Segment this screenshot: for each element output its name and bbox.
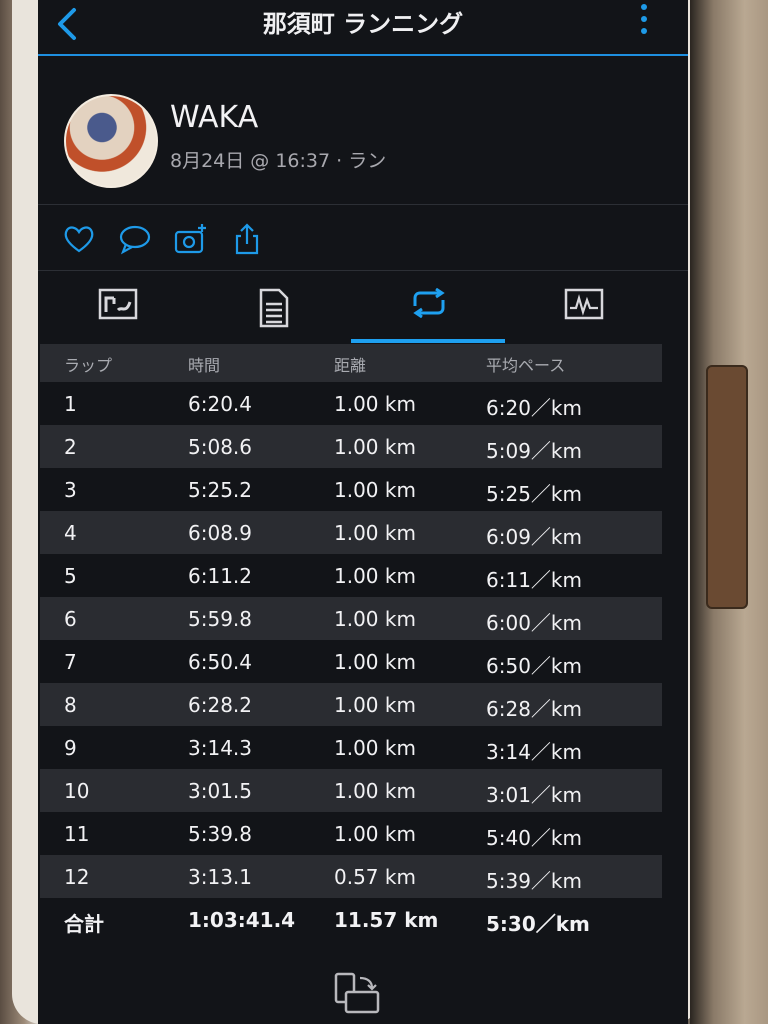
page-title: 那須町 ランニング xyxy=(262,10,464,38)
comment-icon[interactable] xyxy=(118,222,152,256)
laps-table: ラップ 時間 距離 平均ペース 1 6:20.4 1.00 km 6:20／km 2 5… xyxy=(40,344,662,941)
lap-time: 6:08.9 xyxy=(188,521,252,545)
table-row[interactable]: 9 3:14.3 1.00 km 3:14／km xyxy=(40,726,662,769)
avatar[interactable] xyxy=(64,94,158,188)
app-screen: 那須町 ランニング WAKA 8月24日 @ 16:37 · ラン ラップ 時間… xyxy=(38,0,688,1024)
lap-time: 5:59.8 xyxy=(188,607,252,631)
summary-tab-icon xyxy=(259,288,288,328)
lap-number: 9 xyxy=(64,736,77,760)
laps-tab-icon xyxy=(412,288,445,318)
lap-time: 6:11.2 xyxy=(188,564,252,588)
phone-case-tab xyxy=(706,365,748,609)
table-row[interactable]: 4 6:08.9 1.00 km 6:09／km xyxy=(40,511,662,554)
chart-tab-icon xyxy=(564,288,603,320)
table-row[interactable]: 8 6:28.2 1.00 km 6:28／km xyxy=(40,683,662,726)
lap-pace: 5:39／km xyxy=(486,869,582,893)
top-bar: 那須町 ランニング xyxy=(38,0,688,56)
table-row[interactable]: 5 6:11.2 1.00 km 6:11／km xyxy=(40,554,662,597)
lap-pace: 6:09／km xyxy=(486,525,582,549)
column-header-time: 時間 xyxy=(188,356,221,375)
table-row[interactable]: 11 5:39.8 1.00 km 5:40／km xyxy=(40,812,662,855)
lap-number: 10 xyxy=(64,779,90,803)
lap-number: 3 xyxy=(64,478,77,502)
heart-icon[interactable] xyxy=(62,222,96,256)
lap-number: 11 xyxy=(64,822,90,846)
table-row[interactable]: 12 3:13.1 0.57 km 5:39／km xyxy=(40,855,662,898)
table-row[interactable]: 7 6:50.4 1.00 km 6:50／km xyxy=(40,640,662,683)
share-icon[interactable] xyxy=(230,222,264,256)
table-row[interactable]: 2 5:08.6 1.00 km 5:09／km xyxy=(40,425,662,468)
lap-time: 3:13.1 xyxy=(188,865,252,889)
tab-bar xyxy=(38,272,688,342)
lap-number: 7 xyxy=(64,650,77,674)
column-header-lap: ラップ xyxy=(64,356,113,375)
lap-pace: 6:11／km xyxy=(486,568,582,592)
lap-distance: 1.00 km xyxy=(334,693,416,717)
lap-time: 5:08.6 xyxy=(188,435,252,459)
lap-time: 3:01.5 xyxy=(188,779,252,803)
table-row[interactable]: 6 5:59.8 1.00 km 6:00／km xyxy=(40,597,662,640)
lap-number: 12 xyxy=(64,865,90,889)
more-vertical-icon[interactable] xyxy=(638,2,650,38)
lap-number: 8 xyxy=(64,693,77,717)
camera-plus-icon[interactable] xyxy=(174,222,208,256)
lap-distance: 1.00 km xyxy=(334,822,416,846)
lap-number: 6 xyxy=(64,607,77,631)
tab-chart[interactable] xyxy=(506,272,661,342)
total-row: 合計 1:03:41.4 11.57 km 5:30／km xyxy=(40,898,662,941)
map-tab-icon xyxy=(98,288,137,320)
total-pace: 5:30／km xyxy=(486,912,590,936)
lap-pace: 6:50／km xyxy=(486,654,582,678)
lap-distance: 1.00 km xyxy=(334,650,416,674)
lap-pace: 6:20／km xyxy=(486,396,582,420)
rotate-screen-icon[interactable] xyxy=(332,970,382,1018)
tab-laps[interactable] xyxy=(351,272,506,342)
lap-distance: 0.57 km xyxy=(334,865,416,889)
lap-pace: 6:00／km xyxy=(486,611,582,635)
lap-distance: 1.00 km xyxy=(334,779,416,803)
lap-distance: 1.00 km xyxy=(334,435,416,459)
lap-distance: 1.00 km xyxy=(334,564,416,588)
table-row[interactable]: 3 5:25.2 1.00 km 5:25／km xyxy=(40,468,662,511)
table-row[interactable]: 1 6:20.4 1.00 km 6:20／km xyxy=(40,382,662,425)
table-row[interactable]: 10 3:01.5 1.00 km 3:01／km xyxy=(40,769,662,812)
lap-pace: 5:40／km xyxy=(486,826,582,850)
column-header-distance: 距離 xyxy=(334,356,367,375)
lap-time: 5:39.8 xyxy=(188,822,252,846)
lap-time: 6:20.4 xyxy=(188,392,252,416)
lap-pace: 3:01／km xyxy=(486,783,582,807)
lap-time: 3:14.3 xyxy=(188,736,252,760)
lap-number: 1 xyxy=(64,392,77,416)
total-distance: 11.57 km xyxy=(334,908,439,932)
lap-distance: 1.00 km xyxy=(334,478,416,502)
lap-distance: 1.00 km xyxy=(334,521,416,545)
total-label: 合計 xyxy=(64,912,104,936)
lap-number: 5 xyxy=(64,564,77,588)
lap-pace: 6:28／km xyxy=(486,697,582,721)
tab-summary[interactable] xyxy=(196,272,351,342)
lap-distance: 1.00 km xyxy=(334,736,416,760)
lap-distance: 1.00 km xyxy=(334,607,416,631)
lap-time: 5:25.2 xyxy=(188,478,252,502)
lap-number: 2 xyxy=(64,435,77,459)
lap-time: 6:28.2 xyxy=(188,693,252,717)
column-header-pace: 平均ペース xyxy=(486,356,566,375)
activity-meta: 8月24日 @ 16:37 · ラン xyxy=(170,150,387,172)
tab-map[interactable] xyxy=(40,272,195,342)
divider xyxy=(38,204,688,205)
table-header: ラップ 時間 距離 平均ペース xyxy=(40,344,662,382)
lap-time: 6:50.4 xyxy=(188,650,252,674)
total-time: 1:03:41.4 xyxy=(188,908,296,932)
lap-distance: 1.00 km xyxy=(334,392,416,416)
lap-pace: 5:09／km xyxy=(486,439,582,463)
divider xyxy=(38,270,688,271)
active-tab-indicator xyxy=(351,339,505,343)
lap-pace: 3:14／km xyxy=(486,740,582,764)
lap-pace: 5:25／km xyxy=(486,482,582,506)
user-name[interactable]: WAKA xyxy=(170,100,258,135)
lap-number: 4 xyxy=(64,521,77,545)
